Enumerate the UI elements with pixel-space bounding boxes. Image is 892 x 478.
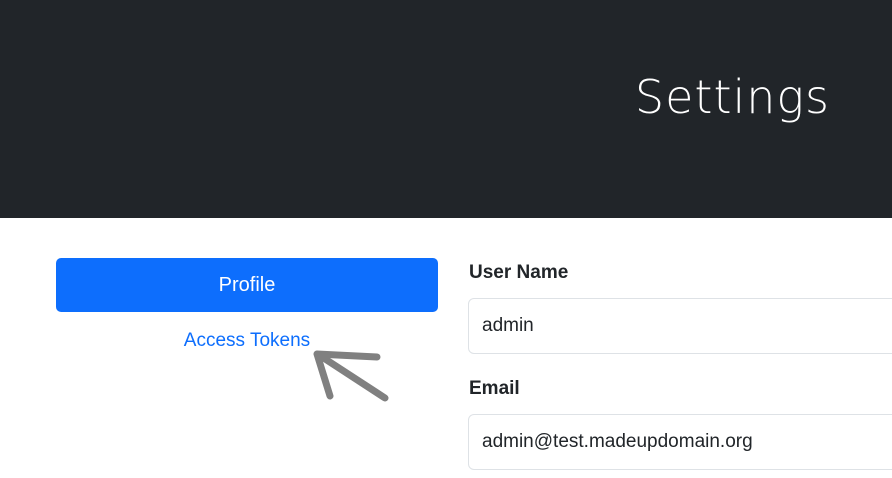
email-label: Email <box>469 378 520 399</box>
username-field[interactable] <box>468 298 892 354</box>
page-title: Settings <box>634 70 830 124</box>
username-label: User Name <box>469 262 569 283</box>
email-field[interactable] <box>468 414 892 470</box>
profile-nav-button[interactable]: Profile <box>56 258 438 312</box>
settings-page: Settings Profile Access Tokens User Name… <box>0 0 892 478</box>
hand-drawn-arrow-icon <box>313 350 389 402</box>
page-header: Settings <box>0 0 892 218</box>
